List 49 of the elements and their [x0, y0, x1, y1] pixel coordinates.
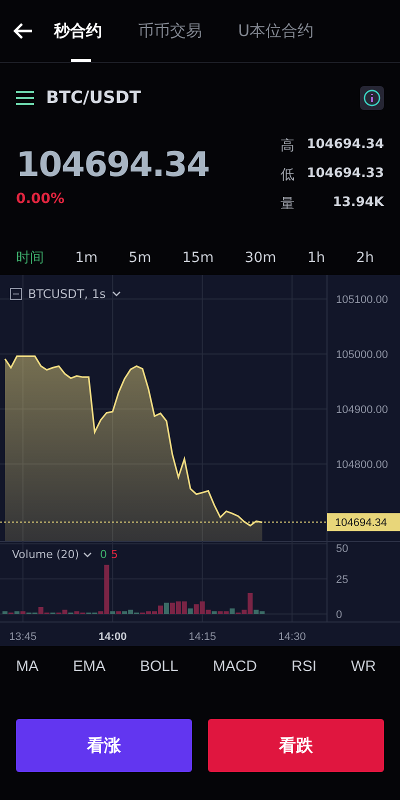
axis-label: 25 [336, 574, 348, 586]
last-price: 104694.34 [16, 145, 210, 185]
indicator-tab[interactable]: RSI [291, 658, 316, 674]
price-change: 0.00% [16, 191, 66, 207]
axis-label: 104800.00 [336, 459, 388, 471]
indicator-tab[interactable]: WR [350, 658, 376, 674]
stat-label: 低 [280, 166, 295, 184]
axis-label: 14:30 [278, 631, 306, 643]
sell-button[interactable]: 看跌 [208, 719, 384, 772]
volume-reading: 5 [111, 548, 118, 561]
axis-label: 14:00 [98, 631, 127, 643]
buy-button[interactable]: 看涨 [16, 719, 192, 772]
axis-label: 14:15 [188, 631, 216, 643]
tab[interactable]: 秒合约 [54, 0, 118, 62]
indicator-tab[interactable]: BOLL [140, 658, 178, 674]
menu-icon[interactable] [16, 90, 34, 106]
axis-label: 104900.00 [336, 404, 388, 416]
price-tag: 104694.34 [327, 513, 400, 532]
volume-reading: 0 [100, 548, 107, 561]
collapse-icon[interactable] [10, 288, 22, 300]
interval-tab[interactable]: 时间 [16, 248, 44, 266]
axis-label: 0 [336, 609, 342, 621]
stat-value: 104694.34 [306, 137, 384, 154]
chart-legend: BTCUSDT, 1s [28, 287, 106, 301]
stat-value: 104694.33 [306, 166, 384, 183]
symbol-name: BTC/USDT [46, 88, 142, 108]
chevron-icon[interactable] [112, 291, 121, 297]
chevron-icon[interactable] [83, 552, 92, 558]
interval-tab[interactable]: 1h [307, 250, 326, 266]
interval-tab[interactable]: 5m [128, 250, 152, 266]
axis-label: 50 [336, 543, 348, 555]
ref-line-label: 104694.34 [335, 517, 387, 530]
stat-value: 13.94K [332, 195, 384, 212]
axis-label: 105000.00 [336, 348, 388, 361]
stat-label: 量 [280, 195, 295, 213]
interval-tab[interactable]: 1m [75, 250, 98, 266]
indicator-tab[interactable]: MACD [212, 658, 257, 674]
indicator-tab[interactable]: EMA [72, 658, 106, 674]
axis-label: 105100.00 [336, 294, 388, 306]
stat-label: 高 [280, 137, 295, 155]
axis-label: 13:45 [9, 631, 37, 643]
indicator-tab[interactable]: MA [16, 658, 38, 674]
tab[interactable]: U本位合约 [238, 0, 330, 62]
tab[interactable]: 币币交易 [138, 0, 218, 62]
interval-tab[interactable]: 2h [356, 250, 374, 266]
interval-tab[interactable]: 30m [244, 250, 276, 266]
volume-legend: Volume (20) [12, 548, 79, 561]
info-icon[interactable] [360, 86, 384, 110]
interval-tab[interactable]: 15m [182, 250, 214, 266]
